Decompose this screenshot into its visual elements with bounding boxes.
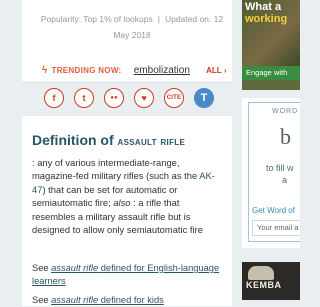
wod-signup-label: Get Word of (252, 206, 295, 215)
meta-separator: | (157, 14, 160, 24)
main-column: Popularity: Top 1% of lookups | Updated on… (0, 0, 233, 306)
wod-definition-line-1: to fill w (266, 163, 294, 173)
see-prefix: See (32, 295, 49, 305)
definition-heading-prefix: Definition of (32, 132, 114, 148)
popularity-text: Popularity: Top 1% of lookups (40, 14, 153, 24)
see-prefix: See (32, 263, 49, 273)
sidebar: What a working Engage with WORD b to fil… (240, 0, 300, 300)
lightning-icon: ϟ (42, 65, 48, 76)
ad-headline-line-1: What a (245, 1, 282, 13)
people-icon: ●● (110, 95, 118, 101)
learners-definition-link[interactable]: assault rifle defined for English-langua… (32, 263, 219, 286)
community-button[interactable]: ●● (104, 88, 124, 108)
see-also-learners: See assault rifle defined for English-la… (32, 262, 228, 289)
ad-headline-line-2: working (245, 13, 288, 25)
wod-definition-line-2: a (282, 175, 288, 185)
trending-word-link[interactable]: embolization (134, 65, 190, 76)
twitter-icon: t (82, 93, 86, 103)
trending-label: TRENDING NOW: (51, 66, 122, 75)
wod-word[interactable]: b (280, 124, 291, 150)
see-link-rest: defined for kids (100, 295, 164, 305)
word-of-the-day-widget: WORD b to fill w a Get Word of Your emai… (242, 98, 300, 248)
definition-text-1: : any of various intermediate-range, mag… (32, 157, 198, 182)
definition-heading: Definition of assault rifle (32, 132, 185, 148)
definition-headword: assault rifle (117, 134, 186, 148)
see-term: assault rifle (51, 263, 99, 273)
ad-brand-name: KEMBA (246, 280, 282, 290)
favorite-button[interactable]: ♥ (134, 88, 154, 108)
wod-email-input[interactable]: Your email a (252, 220, 300, 236)
wod-definition: to fill w a (266, 162, 294, 186)
definition-text: : any of various intermediate-range, mag… (32, 156, 222, 236)
entry-meta: Popularity: Top 1% of lookups | Updated on… (34, 11, 230, 43)
ad-dog-image (248, 266, 274, 280)
facebook-share-button[interactable]: f (44, 88, 64, 108)
see-also-kids: See assault rifle defined for kids (32, 294, 228, 307)
ad-engage-button[interactable]: Engage with (242, 66, 300, 80)
trending-all-link[interactable]: ALL (206, 66, 222, 75)
sidebar-ad-bottom[interactable]: KEMBA (242, 262, 300, 300)
definition-card: Definition of assault rifle : any of var… (22, 116, 232, 306)
cite-button[interactable]: CITE (164, 88, 184, 108)
trending-bar: ϟ TRENDING NOW: embolization ALL › (42, 64, 232, 78)
kids-definition-link[interactable]: assault rifle defined for kids (51, 295, 164, 305)
ad-headline: What a working (245, 1, 287, 25)
see-term: assault rifle (51, 295, 99, 305)
also-label: also (113, 197, 131, 209)
thesaurus-icon: T (200, 92, 208, 104)
chevron-right-icon: › (223, 66, 227, 75)
facebook-icon: f (52, 93, 56, 103)
thesaurus-button[interactable]: T (194, 88, 214, 108)
wod-kicker: WORD (272, 108, 299, 115)
share-bar: f t ●● ♥ CITE T (44, 88, 214, 108)
cite-label: CITE (166, 95, 182, 101)
heart-icon: ♥ (141, 93, 147, 103)
twitter-share-button[interactable]: t (74, 88, 94, 108)
sidebar-ad-top[interactable]: What a working Engage with (242, 0, 300, 90)
